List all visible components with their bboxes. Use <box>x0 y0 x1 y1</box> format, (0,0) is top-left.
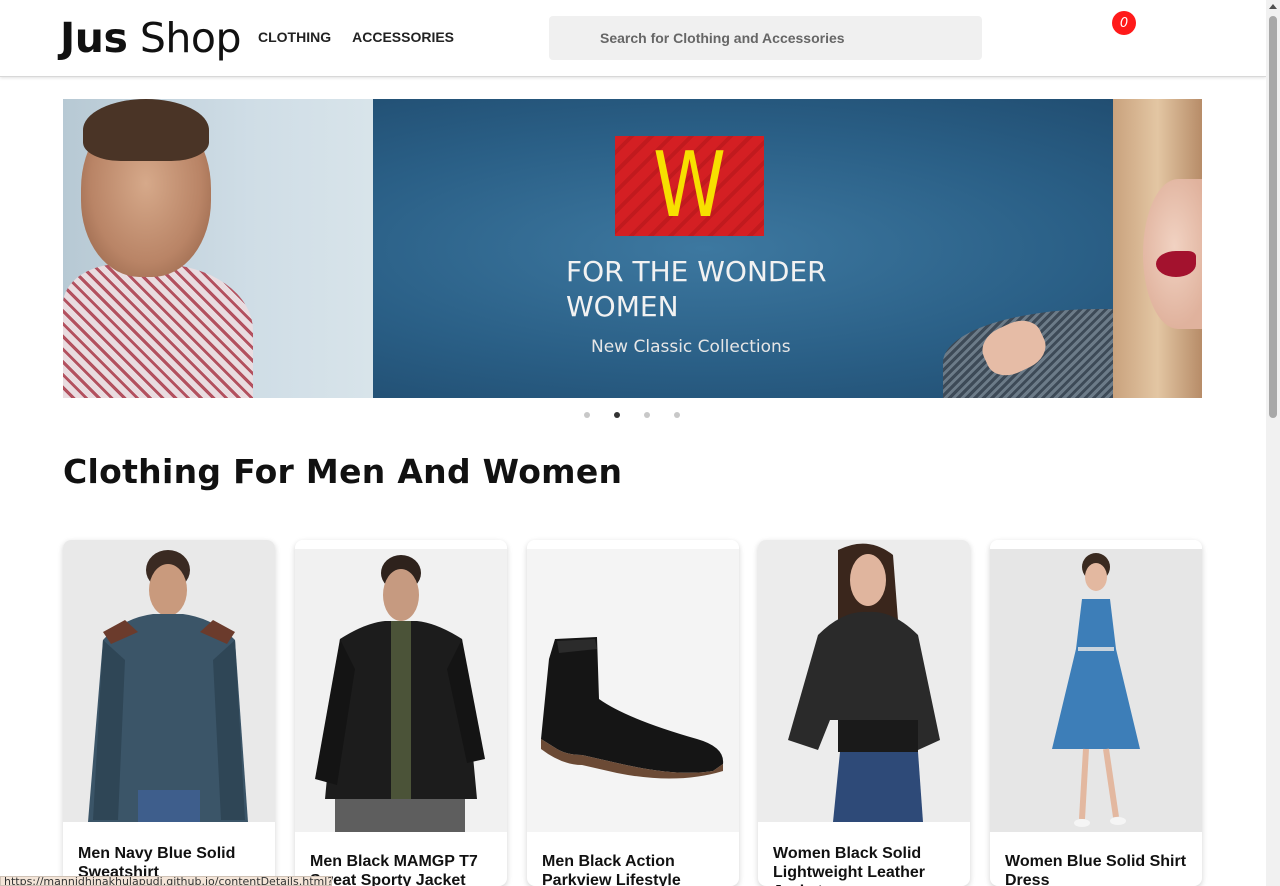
product-card[interactable]: Women Black Solid Lightweight Leather Ja… <box>758 540 970 886</box>
carousel-dot-3[interactable] <box>644 412 650 418</box>
product-image[interactable] <box>295 549 507 832</box>
product-boot-image <box>541 637 724 779</box>
product-card[interactable]: Men Black MAMGP T7 Sweat Sporty Jacket <box>295 540 507 886</box>
page-scrollbar[interactable] <box>1266 0 1280 886</box>
carousel-indicators <box>584 412 680 418</box>
product-name[interactable]: Women Black Solid Lightweight Leather Ja… <box>758 822 970 886</box>
site-header: Jus Shop CLOTHING ACCESSORIES 0 <box>0 0 1266 77</box>
product-image[interactable] <box>990 549 1202 832</box>
site-logo[interactable]: Jus Shop <box>60 14 242 62</box>
product-sweatshirt-image <box>88 550 248 822</box>
product-image[interactable] <box>527 549 739 832</box>
logo-bold-text: Jus <box>60 14 128 62</box>
carousel-dot-1[interactable] <box>584 412 590 418</box>
carousel-dot-2[interactable] <box>614 412 620 418</box>
product-image[interactable] <box>63 540 275 822</box>
product-leather-jacket-image <box>788 543 940 822</box>
hero-carousel-banner[interactable]: W FOR THE WONDER WOMEN New Classic Colle… <box>63 99 1202 398</box>
scrollbar-thumb[interactable] <box>1269 16 1277 418</box>
banner-headline: FOR THE WONDER WOMEN <box>566 255 827 323</box>
cart-count-badge[interactable]: 0 <box>1112 11 1136 35</box>
carousel-dot-4[interactable] <box>674 412 680 418</box>
product-card[interactable]: Men Navy Blue Solid Sweatshirt <box>63 540 275 886</box>
w-brand-logo: W <box>615 136 764 236</box>
nav-accessories-link[interactable]: ACCESSORIES <box>352 29 454 45</box>
product-name[interactable]: Men Black Action Parkview Lifestyle Shoe… <box>527 832 739 886</box>
search-box <box>549 16 982 60</box>
product-name[interactable]: Men Navy Blue Solid Sweatshirt <box>63 822 275 882</box>
search-input[interactable] <box>549 16 982 60</box>
banner-man-shirt <box>63 264 253 398</box>
banner-man-hair <box>83 99 209 161</box>
section-title: Clothing For Men And Women <box>63 452 623 491</box>
banner-woman-lips <box>1156 251 1196 277</box>
logo-light-text: Shop <box>127 14 242 62</box>
product-card[interactable]: Men Black Action Parkview Lifestyle Shoe… <box>527 540 739 886</box>
product-dress-image <box>1052 553 1140 827</box>
product-name[interactable]: Women Blue Solid Shirt Dress <box>990 832 1202 886</box>
nav-clothing-link[interactable]: CLOTHING <box>258 29 331 45</box>
product-jacket-image <box>315 555 485 832</box>
product-image[interactable] <box>758 540 970 822</box>
banner-subtitle: New Classic Collections <box>591 337 791 357</box>
scroll-up-arrow-icon[interactable] <box>1269 4 1277 9</box>
w-logo-letter: W <box>653 133 726 238</box>
main-nav: CLOTHING ACCESSORIES <box>258 29 454 45</box>
product-card[interactable]: Women Blue Solid Shirt Dress <box>990 540 1202 886</box>
browser-status-bar-url: https://mannidhinakhulapudi.github.io/co… <box>0 876 332 886</box>
